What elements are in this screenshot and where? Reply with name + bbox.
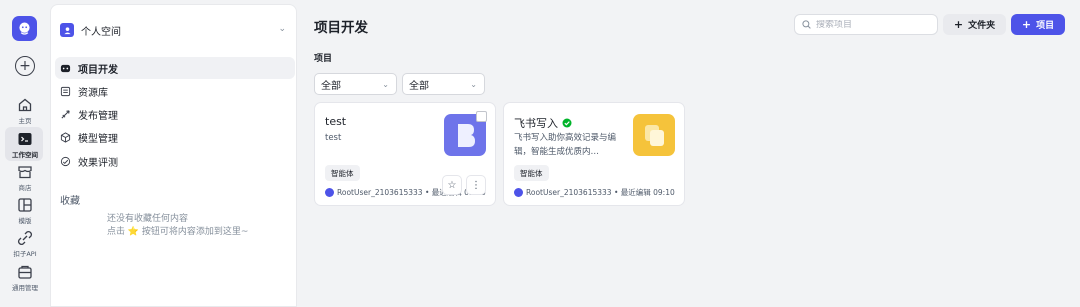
nav-label: 项目开发 bbox=[78, 64, 118, 76]
card-title: test bbox=[325, 115, 347, 128]
search-input[interactable] bbox=[816, 19, 926, 30]
avatar bbox=[514, 188, 523, 197]
new-folder-label: 文件夹 bbox=[968, 21, 996, 31]
create-icon[interactable]: + bbox=[15, 56, 35, 76]
project-icon bbox=[60, 64, 71, 72]
left-rail: + 主页 工作空间 商店 模版 扣子API 通用管理 bbox=[0, 0, 50, 307]
card-owner: RootUser_2103615333 • 最近编辑 09:10 bbox=[514, 187, 675, 198]
card-description: test bbox=[325, 133, 342, 143]
search-icon bbox=[802, 20, 811, 29]
template-icon bbox=[18, 198, 32, 212]
card-type-tag: 智能体 bbox=[514, 165, 549, 181]
section-label: 项目 bbox=[314, 54, 333, 64]
space-avatar bbox=[60, 23, 74, 37]
card-owner-text: RootUser_2103615333 • 最近编辑 09:10 bbox=[526, 188, 675, 197]
model-icon bbox=[60, 131, 71, 143]
nav-item-evaluation[interactable]: 效果评测 bbox=[55, 150, 295, 172]
chevron-down-icon: ⌄ bbox=[278, 24, 286, 34]
rail-label: 扣子API bbox=[13, 250, 37, 258]
nav-item-models[interactable]: 模型管理 bbox=[55, 126, 295, 148]
card-select-checkbox[interactable] bbox=[476, 111, 487, 122]
rail-label: 通用管理 bbox=[12, 284, 38, 292]
favorites-title: 收藏 bbox=[60, 196, 80, 207]
rail-item-store[interactable]: 商店 bbox=[0, 164, 50, 192]
more-actions-button[interactable]: ⋮ bbox=[466, 175, 486, 195]
favorite-button[interactable]: ☆ bbox=[442, 175, 462, 195]
project-card[interactable]: test test 智能体 RootUser_2103615333 • 最近编辑… bbox=[314, 102, 496, 206]
nav-label: 模型管理 bbox=[78, 133, 118, 145]
nav-item-publish[interactable]: 发布管理 bbox=[55, 103, 295, 125]
evaluation-icon bbox=[60, 156, 71, 166]
workspace-sidebar: 个人空间 ⌄ 项目开发 资源库 发布管理 模型管理 效果评测 收藏 还没有收藏任… bbox=[50, 4, 297, 307]
card-title-row: 飞书写入 bbox=[514, 115, 572, 131]
rail-label: 工作空间 bbox=[12, 151, 38, 159]
rail-label: 商店 bbox=[18, 184, 32, 192]
rail-item-api[interactable]: 扣子API bbox=[0, 230, 50, 258]
home-icon bbox=[18, 98, 32, 112]
card-owner-text: RootUser_2103615333 • 最近编辑 09:10 bbox=[337, 188, 486, 197]
plus-icon: + bbox=[953, 18, 964, 31]
card-title: 飞书写入 bbox=[514, 117, 558, 130]
type-filter-select[interactable]: 全部 ⌄ bbox=[314, 73, 397, 95]
star-icon: ☆ bbox=[447, 179, 457, 191]
card-description: 飞书写入助你高效记录与编辑，智能生成优质内… bbox=[514, 133, 617, 157]
favorites-empty-hint: 点击 ⭐ 按钮可将内容添加到这里~ bbox=[107, 227, 249, 237]
nav-label: 资源库 bbox=[78, 87, 108, 99]
new-folder-button[interactable]: + 文件夹 bbox=[943, 14, 1006, 35]
store-icon bbox=[18, 166, 32, 179]
plus-icon: + bbox=[1021, 18, 1032, 31]
library-icon bbox=[60, 86, 71, 96]
more-icon: ⋮ bbox=[471, 179, 481, 191]
status-filter-select[interactable]: 全部 ⌄ bbox=[402, 73, 485, 95]
card-type-tag: 智能体 bbox=[325, 165, 360, 181]
chevron-down-icon: ⌄ bbox=[470, 80, 477, 89]
api-icon bbox=[17, 230, 33, 246]
nav-item-project-dev[interactable]: 项目开发 bbox=[55, 57, 295, 79]
status-filter-value: 全部 bbox=[409, 80, 429, 92]
main-content: 项目开发 + 文件夹 + 项目 项目 全部 ⌄ 全部 ⌄ test test 智… bbox=[298, 0, 1080, 307]
type-filter-value: 全部 bbox=[321, 80, 341, 92]
chevron-down-icon: ⌄ bbox=[382, 80, 389, 89]
rail-item-home[interactable]: 主页 bbox=[0, 97, 50, 125]
page-title: 项目开发 bbox=[314, 20, 368, 36]
nav-item-library[interactable]: 资源库 bbox=[55, 80, 295, 102]
management-icon bbox=[18, 265, 32, 279]
space-switcher[interactable]: 个人空间 ⌄ bbox=[60, 19, 290, 41]
project-card[interactable]: 飞书写入 飞书写入助你高效记录与编辑，智能生成优质内… 智能体 RootUser… bbox=[503, 102, 685, 206]
workspace-icon bbox=[18, 133, 32, 145]
rail-label: 主页 bbox=[18, 117, 32, 125]
new-project-button[interactable]: + 项目 bbox=[1011, 14, 1065, 35]
rail-item-workspace[interactable]: 工作空间 bbox=[0, 131, 50, 159]
project-thumbnail bbox=[633, 114, 675, 156]
rail-item-template[interactable]: 模版 bbox=[0, 197, 50, 225]
space-name: 个人空间 bbox=[81, 26, 121, 38]
new-project-label: 项目 bbox=[1036, 21, 1055, 31]
verified-icon bbox=[562, 118, 572, 128]
nav-label: 效果评测 bbox=[78, 157, 118, 169]
avatar bbox=[325, 188, 334, 197]
rail-item-management[interactable]: 通用管理 bbox=[0, 264, 50, 292]
publish-icon bbox=[61, 109, 70, 119]
search-box[interactable] bbox=[794, 14, 938, 35]
app-logo-icon[interactable] bbox=[12, 16, 37, 41]
favorites-empty-text: 还没有收藏任何内容 bbox=[107, 214, 189, 224]
nav-label: 发布管理 bbox=[78, 110, 118, 122]
rail-label: 模版 bbox=[18, 217, 32, 225]
